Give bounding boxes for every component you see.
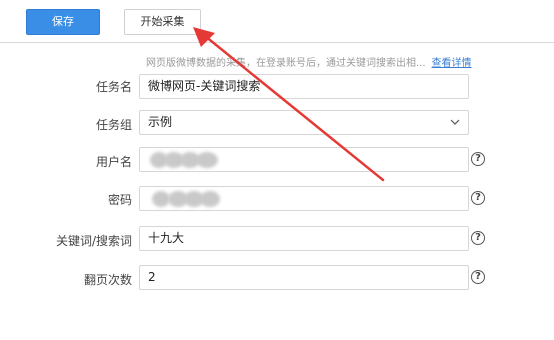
password-input[interactable] [139, 186, 469, 211]
blurred-text-blob [196, 152, 218, 168]
page-count-help-icon[interactable]: ? [471, 270, 485, 284]
chevron-down-icon [450, 119, 460, 125]
task-description: 网页版微博数据的采集，在登录账号后，通过关键词搜索出相... 查看详情 [146, 54, 472, 69]
username-label: 用户名 [95, 155, 132, 169]
start-collection-button[interactable]: 开始采集 [124, 9, 201, 35]
view-details-link[interactable]: 查看详情 [432, 58, 472, 69]
task-description-text: 网页版微博数据的采集，在登录账号后，通过关键词搜索出相... [146, 58, 426, 69]
username-input[interactable] [139, 147, 469, 172]
password-label: 密码 [107, 193, 132, 207]
save-button[interactable]: 保存 [26, 9, 100, 35]
task-name-label: 任务名 [95, 80, 132, 94]
username-help-icon[interactable]: ? [471, 152, 485, 166]
keyword-input[interactable]: 十九大 [139, 226, 469, 251]
task-group-select[interactable]: 示例 [139, 110, 469, 135]
keyword-label: 关键词/搜索词 [55, 234, 132, 248]
task-name-input[interactable]: 微博网页-关键词搜索 [139, 74, 469, 99]
toolbar: 保存 开始采集 [0, 0, 554, 43]
task-group-label: 任务组 [95, 118, 132, 132]
page-count-input[interactable]: 2 [139, 265, 469, 290]
page-count-label: 翻页次数 [83, 273, 132, 287]
task-group-value: 示例 [148, 115, 173, 129]
keyword-help-icon[interactable]: ? [471, 231, 485, 245]
password-help-icon[interactable]: ? [471, 191, 485, 205]
blurred-text-blob [200, 191, 220, 207]
